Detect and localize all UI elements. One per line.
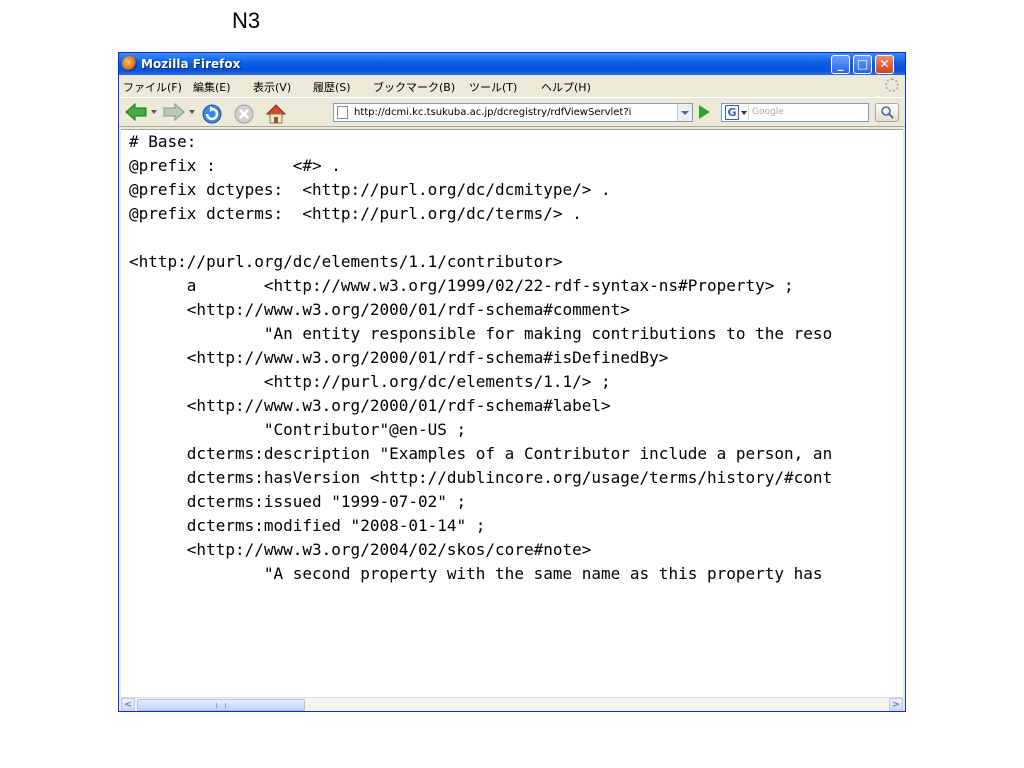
code-line: @prefix : <#> . <box>129 156 341 175</box>
navigation-toolbar: http://dcmi.kc.tsukuba.ac.jp/dcregistry/… <box>119 97 905 127</box>
scroll-right-button[interactable]: > <box>889 698 903 711</box>
page-icon <box>337 106 348 119</box>
menu-help[interactable]: ヘルプ(H) <box>541 79 591 95</box>
code-line: # Base: <box>129 132 197 151</box>
code-line: dcterms:modified "2008-01-14" ; <box>129 516 486 535</box>
code-line: dcterms:hasVersion <http://dublincore.or… <box>129 468 833 487</box>
back-icon[interactable] <box>125 103 147 121</box>
code-line: @prefix dctypes: <http://purl.org/dc/dcm… <box>129 180 611 199</box>
stop-icon[interactable] <box>233 103 255 125</box>
url-bar[interactable]: http://dcmi.kc.tsukuba.ac.jp/dcregistry/… <box>333 103 693 122</box>
title-bar[interactable]: Mozilla Firefox _ □ ✕ <box>119 53 905 75</box>
menu-bar: ファイル(F) 編集(E) 表示(V) 履歴(S) ブックマーク(B) ツール(… <box>119 76 905 96</box>
forward-icon[interactable] <box>163 103 185 121</box>
search-bar[interactable]: G Google <box>721 103 869 122</box>
url-dropdown-icon[interactable] <box>677 104 692 121</box>
code-line: <http://www.w3.org/2004/02/skos/core#not… <box>129 540 592 559</box>
engine-dropdown-icon <box>741 111 747 115</box>
slide-title: N3 <box>232 8 261 33</box>
code-line: <http://purl.org/dc/elements/1.1/> ; <box>129 372 611 391</box>
menu-history[interactable]: 履歴(S) <box>313 79 351 95</box>
code-line: "Contributor"@en-US ; <box>129 420 467 439</box>
forward-dropdown-icon[interactable] <box>189 110 195 114</box>
code-line: dcterms:issued "1999-07-02" ; <box>129 492 467 511</box>
home-icon[interactable] <box>265 103 287 125</box>
code-line: <http://www.w3.org/2000/01/rdf-schema#is… <box>129 348 669 367</box>
close-button[interactable]: ✕ <box>875 55 894 74</box>
code-line: "An entity responsible for making contri… <box>129 324 833 343</box>
code-line: <http://www.w3.org/2000/01/rdf-schema#la… <box>129 396 611 415</box>
minimize-button[interactable]: _ <box>831 55 850 74</box>
go-button[interactable] <box>699 105 710 119</box>
menu-file[interactable]: ファイル(F) <box>123 79 182 95</box>
menu-edit[interactable]: 編集(E) <box>193 79 231 95</box>
maximize-button[interactable]: □ <box>853 55 872 74</box>
code-line: "A second property with the same name as… <box>129 564 823 583</box>
code-line: <http://www.w3.org/2000/01/rdf-schema#co… <box>129 300 630 319</box>
horizontal-scrollbar[interactable]: < > <box>121 697 903 711</box>
search-button[interactable] <box>875 103 899 122</box>
code-line: dcterms:description "Examples of a Contr… <box>129 444 833 463</box>
google-icon: G <box>725 105 739 120</box>
search-input[interactable]: Google <box>752 107 784 117</box>
menu-tools[interactable]: ツール(T) <box>469 79 517 95</box>
window-title: Mozilla Firefox <box>141 57 241 71</box>
reload-icon[interactable] <box>201 103 223 125</box>
menu-view[interactable]: 表示(V) <box>253 79 291 95</box>
code-line: <http://purl.org/dc/elements/1.1/contrib… <box>129 252 563 271</box>
throbber-icon <box>885 78 899 92</box>
browser-window: Mozilla Firefox _ □ ✕ ファイル(F) 編集(E) 表示(V… <box>118 52 906 712</box>
scroll-left-button[interactable]: < <box>121 698 135 711</box>
scroll-thumb[interactable] <box>137 699 305 711</box>
back-dropdown-icon[interactable] <box>151 110 157 114</box>
page-content: # Base: @prefix : <#> . @prefix dctypes:… <box>121 129 903 698</box>
firefox-icon <box>122 56 137 71</box>
menu-bookmarks[interactable]: ブックマーク(B) <box>373 79 455 95</box>
magnifier-icon <box>881 106 894 119</box>
code-line: a <http://www.w3.org/1999/02/22-rdf-synt… <box>129 276 794 295</box>
url-input[interactable]: http://dcmi.kc.tsukuba.ac.jp/dcregistry/… <box>354 107 664 118</box>
search-engine-selector[interactable]: G <box>724 105 749 120</box>
code-line: @prefix dcterms: <http://purl.org/dc/ter… <box>129 204 582 223</box>
